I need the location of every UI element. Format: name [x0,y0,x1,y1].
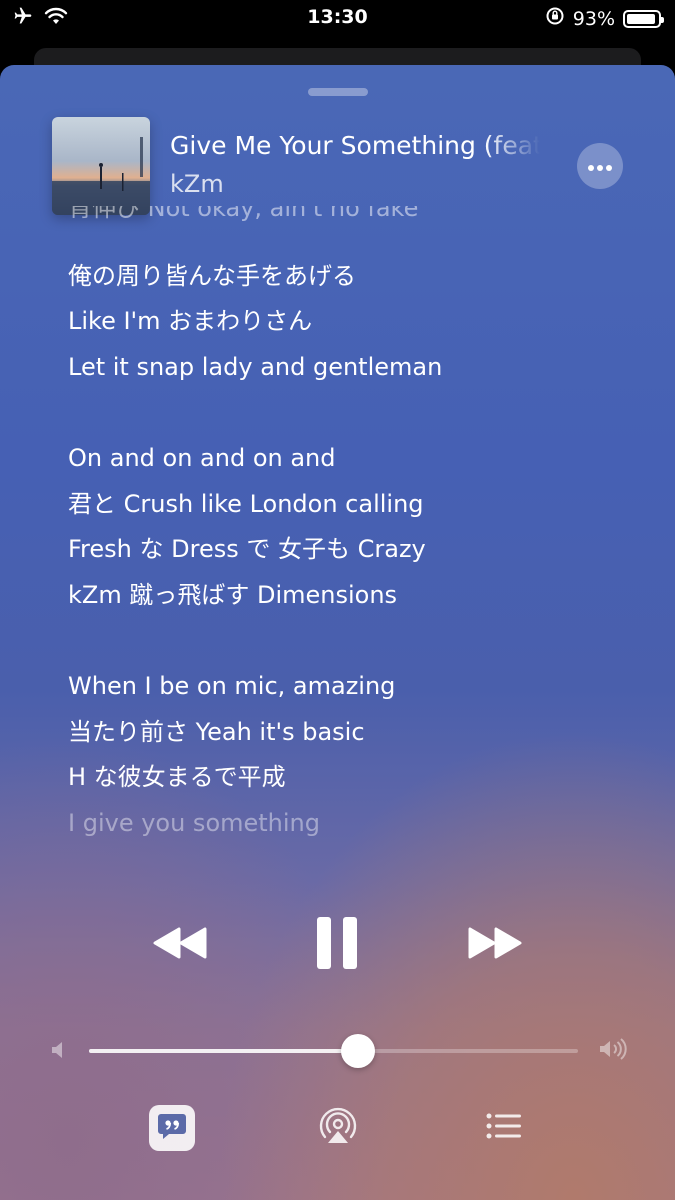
lyric-gap [68,618,648,664]
lyrics-quote-icon [157,1112,187,1144]
lyric-line-partial: 背伸び Not okay, ain't no fake [68,206,648,230]
queue-button[interactable] [479,1103,529,1153]
lyric-line[interactable]: When I be on mic, amazing [68,664,648,710]
lyric-text: 背伸び Not okay, ain't no fake [68,206,419,222]
fast-forward-icon [466,926,524,964]
speaker-min-icon [50,1040,66,1064]
lyric-line[interactable]: H な彼女まるで平成 [68,755,648,801]
battery-percent: 93% [572,7,615,30]
player-sheet: Give Me Your Something (feat kZm 背伸び Not… [0,65,675,1200]
orientation-lock-icon [545,6,565,31]
lyric-line[interactable]: 俺の周り皆んな手をあげる [68,254,648,300]
volume-slider[interactable] [89,1049,578,1053]
volume-thumb[interactable] [340,1034,375,1068]
lyric-line[interactable]: 当たり前さ Yeah it's basic [68,710,648,756]
lyric-gap [68,390,648,436]
speaker-max-icon [598,1037,628,1065]
airplay-button[interactable] [313,1103,363,1153]
lyric-line[interactable]: Fresh な Dress で 女子も Crazy [68,527,648,573]
lyrics-button-bg [149,1105,195,1151]
more-options-button[interactable] [577,143,623,189]
airplay-icon [318,1106,358,1150]
lyric-line[interactable]: Like I'm おまわりさん [68,299,648,345]
track-artist[interactable]: kZm [170,170,224,198]
queue-list-icon [485,1111,523,1145]
pause-icon [315,917,359,973]
now-playing-screen: 13:30 93% Give Me Your Something (feat k… [0,0,675,1200]
volume-fill [89,1049,358,1053]
battery-fill [627,13,655,24]
status-right: 93% [545,6,664,31]
album-artwork[interactable] [52,117,150,215]
lyrics-button[interactable] [147,1103,197,1153]
battery-icon [623,9,664,28]
transport-controls [0,910,675,980]
lyric-line[interactable]: I give you something [68,801,648,847]
album-artwork-image [52,117,150,215]
lyric-line[interactable]: kZm 蹴っ飛ばす Dimensions [68,573,648,619]
lyric-line[interactable]: 君と Crush like London calling [68,482,648,528]
fast-forward-button[interactable] [460,910,530,980]
lyric-line[interactable]: Let it snap lady and gentleman [68,345,648,391]
track-title[interactable]: Give Me Your Something (feat [170,131,540,160]
rewind-icon [151,926,209,964]
ellipsis-icon [587,157,613,176]
status-bar: 13:30 93% [0,0,675,36]
pause-button[interactable] [302,910,372,980]
sheet-grabber[interactable] [308,88,368,96]
lyrics-view[interactable]: 背伸び Not okay, ain't no fake 俺の周り皆んな手をあげる… [68,206,648,847]
rewind-button[interactable] [145,910,215,980]
lyric-line[interactable]: On and on and on and [68,436,648,482]
